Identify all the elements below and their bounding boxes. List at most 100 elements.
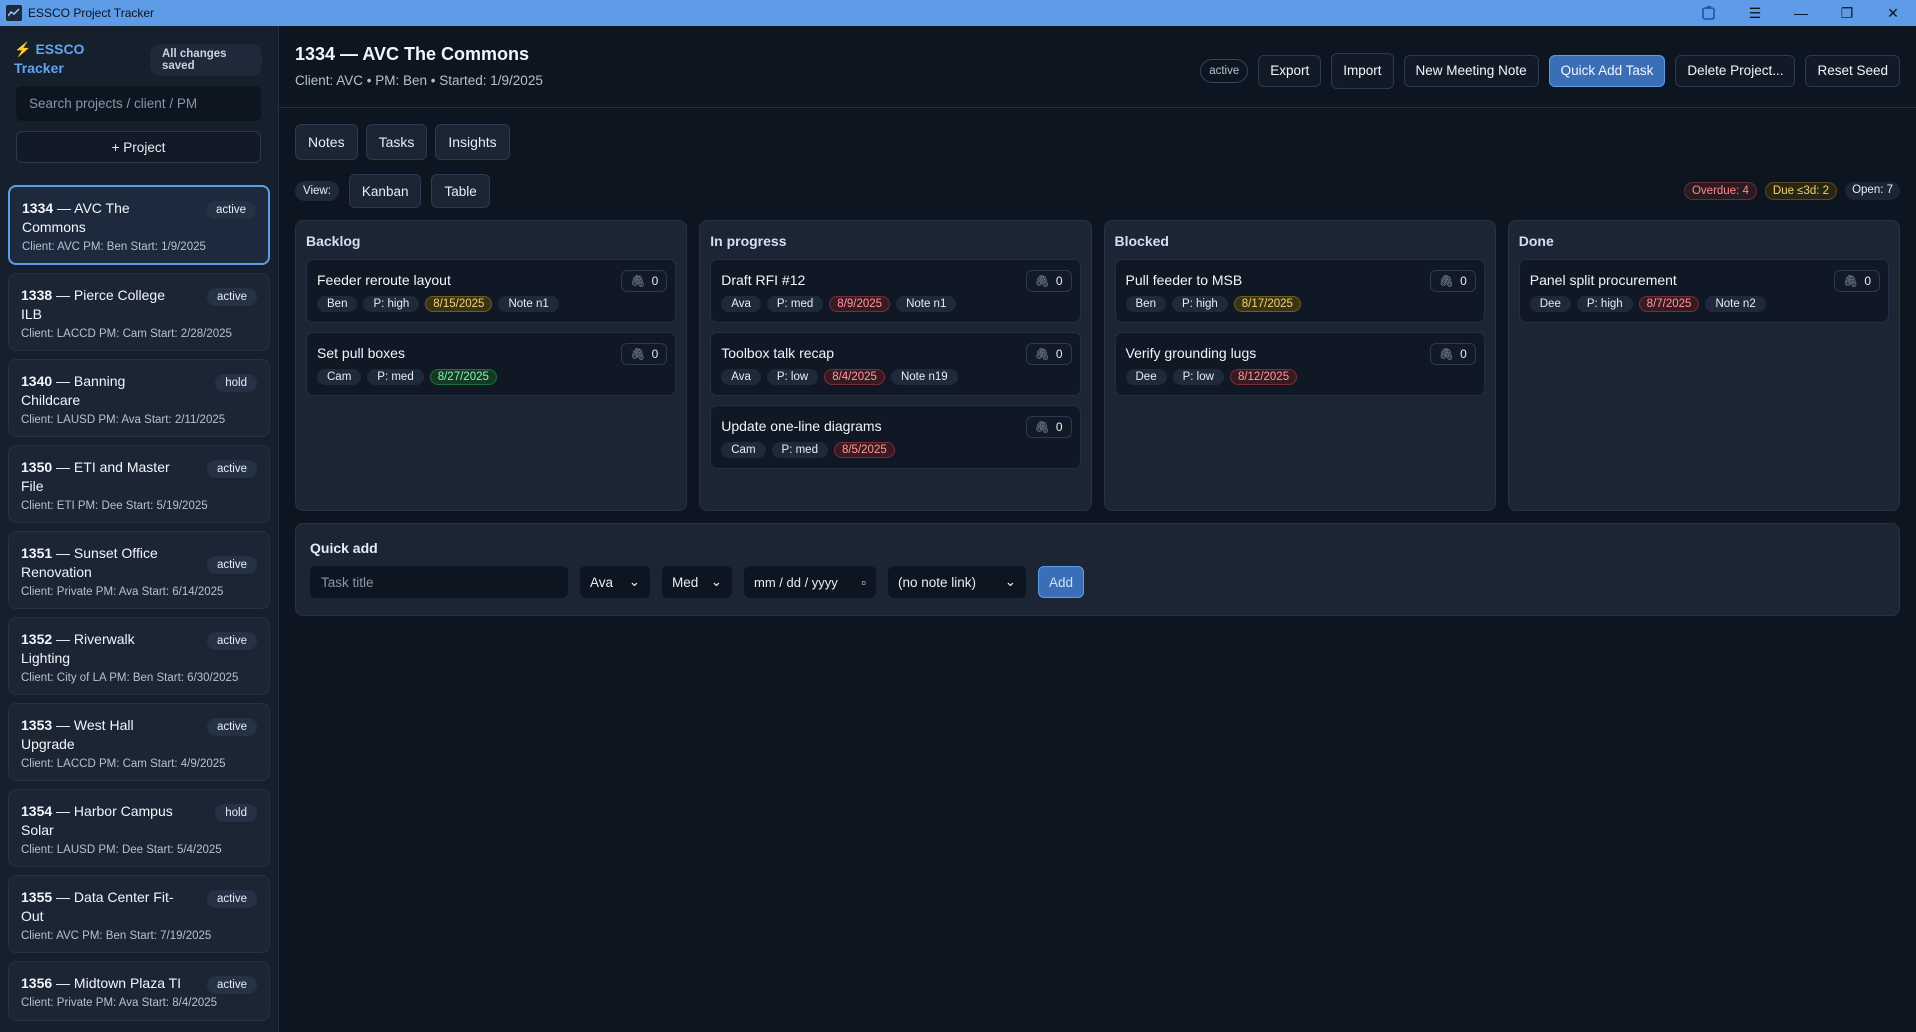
due-date-chip: 8/5/2025 [833, 442, 895, 458]
table-view-button[interactable]: Table [431, 174, 490, 208]
add-task-button[interactable]: Add [1038, 566, 1084, 598]
owner-chip: Dee [1125, 369, 1167, 385]
task-title: Update one-line diagrams [721, 418, 882, 434]
project-card[interactable]: 1353 — West Hall Upgrade Client: LACCD P… [8, 703, 270, 781]
view-bar: View: Kanban Table Overdue: 4 Due ≤3d: 2… [279, 160, 1916, 208]
project-card[interactable]: 1338 — Pierce College ILB Client: LACCD … [8, 273, 270, 351]
project-card[interactable]: 1351 — Sunset Office Renovation Client: … [8, 531, 270, 609]
delete-project-button[interactable]: Delete Project... [1675, 54, 1796, 87]
note-link-chip[interactable]: Note n2 [1705, 296, 1766, 312]
paperclip-icon: 🖇 [1438, 274, 1455, 288]
import-button[interactable]: Import [1331, 52, 1394, 89]
kanban-column-in-progress: In progress Draft RFI #12 🖇 0 Ava P: med … [699, 220, 1092, 511]
kanban-view-button[interactable]: Kanban [348, 174, 422, 208]
task-card[interactable]: Feeder reroute layout 🖇 0 Ben P: high 8/1… [306, 259, 677, 323]
project-meta: Client: AVC PM: Ben Start: 7/19/2025 [21, 930, 212, 942]
export-button[interactable]: Export [1258, 54, 1322, 87]
task-title: Verify grounding lugs [1125, 345, 1257, 361]
project-status-badge: active [205, 201, 256, 219]
project-card[interactable]: 1340 — Banning Childcare Client: LAUSD P… [8, 359, 270, 437]
page-title: 1334 — AVC The Commons [295, 44, 530, 64]
owner-chip: Ben [1125, 296, 1166, 312]
attachments-button[interactable]: 🖇 0 [1429, 343, 1476, 365]
owner-select[interactable]: Ava ⌄ [580, 566, 650, 598]
task-title: Feeder reroute layout [317, 272, 451, 288]
due-date-chip: 8/9/2025 [829, 296, 891, 312]
project-number: 1356 [21, 975, 53, 991]
project-meta: Client: LAUSD PM: Ava Start: 2/11/2025 [21, 414, 226, 426]
sidebar: ⚡ESSCO Tracker All changes saved + Proje… [0, 26, 279, 1032]
project-meta: Client: City of LA PM: Ben Start: 6/30/2… [21, 672, 239, 684]
add-project-button[interactable]: + Project [16, 131, 261, 163]
task-title: Toolbox talk recap [721, 345, 835, 361]
save-status-badge: All changes saved [150, 44, 262, 76]
attachments-button[interactable]: 🖇 0 [621, 343, 668, 365]
quick-add-panel: Quick add Ava ⌄ Med ⌄ mm / dd / yyyy ▫ (no … [295, 523, 1900, 616]
priority-chip: P: high [1576, 296, 1633, 312]
view-label: View: [295, 181, 339, 201]
minimize-button[interactable]: — [1778, 0, 1824, 26]
task-title-input[interactable] [310, 566, 568, 598]
attachment-count: 0 [1460, 274, 1467, 288]
priority-chip: P: high [363, 296, 420, 312]
note-link-chip[interactable]: Note n1 [498, 296, 559, 312]
project-card[interactable]: 1350 — ETI and Master File Client: ETI P… [8, 445, 270, 523]
tab-tasks[interactable]: Tasks [365, 124, 428, 160]
project-card[interactable]: 1334 — AVC The Commons Client: AVC PM: B… [8, 185, 270, 265]
attachments-button[interactable]: 🖇 0 [1025, 416, 1072, 438]
task-card[interactable]: Toolbox talk recap 🖇 0 Ava P: low 8/4/202… [710, 332, 1081, 396]
paperclip-icon: 🖇 [630, 274, 646, 288]
note-link-chip[interactable]: Note n19 [890, 369, 958, 385]
project-meta: Client: Private PM: Ava Start: 8/4/2025 [21, 997, 218, 1009]
attachments-button[interactable]: 🖇 0 [1025, 343, 1072, 365]
kanban-column-done: Done Panel split procurement 🖇 0 Dee P: h… [1507, 220, 1900, 511]
project-number: 1334 [22, 200, 54, 216]
note-link-chip[interactable]: Note n1 [896, 296, 957, 312]
close-button[interactable]: ✕ [1870, 0, 1916, 26]
attachments-button[interactable]: 🖇 0 [1834, 270, 1880, 292]
note-link-select[interactable]: (no note link) ⌄ [888, 566, 1026, 598]
paperclip-icon: 🖇 [630, 347, 646, 361]
tab-insights[interactable]: Insights [435, 124, 510, 160]
task-title: Panel split procurement [1529, 272, 1677, 288]
attachment-count: 0 [1460, 347, 1467, 361]
bolt-icon: ⚡ [14, 41, 32, 57]
task-card[interactable]: Verify grounding lugs 🖇 0 Dee P: low 8/12… [1114, 332, 1485, 396]
project-card[interactable]: 1356 — Midtown Plaza TI Client: Private … [8, 961, 270, 1021]
project-number: 1350 [21, 459, 53, 475]
column-title: Done [1518, 233, 1554, 249]
restore-button[interactable]: ❐ [1824, 0, 1870, 26]
project-status-badge: hold [215, 804, 257, 822]
project-card[interactable]: 1354 — Harbor Campus Solar Client: LAUSD… [8, 789, 270, 867]
window-title: ESSCO Project Tracker [28, 6, 155, 20]
due-date-input[interactable]: mm / dd / yyyy ▫ [744, 566, 876, 598]
app-icon [6, 5, 22, 21]
project-card[interactable]: 1355 — Data Center Fit-Out Client: AVC P… [8, 875, 270, 953]
extension-icon[interactable] [1686, 5, 1732, 21]
priority-chip: P: low [766, 369, 819, 385]
tab-notes[interactable]: Notes [295, 124, 358, 160]
new-meeting-note-button[interactable]: New Meeting Note [1403, 54, 1539, 87]
project-search-input[interactable] [16, 86, 261, 121]
title-bar: ESSCO Project Tracker ☰ — ❐ ✕ [0, 0, 1916, 26]
owner-chip: Dee [1529, 296, 1571, 312]
task-card[interactable]: Draft RFI #12 🖇 0 Ava P: med 8/9/2025 Not… [710, 259, 1081, 323]
priority-chip: P: med [771, 442, 828, 458]
priority-select[interactable]: Med ⌄ [662, 566, 732, 598]
project-card[interactable]: 1352 — Riverwalk Lighting Client: City o… [8, 617, 270, 695]
due-date-chip: 8/15/2025 [425, 296, 493, 312]
quick-add-task-button[interactable]: Quick Add Task [1548, 54, 1666, 87]
attachments-button[interactable]: 🖇 0 [1025, 270, 1072, 292]
task-card[interactable]: Update one-line diagrams 🖇 0 Cam P: med 8… [710, 405, 1081, 469]
attachments-button[interactable]: 🖇 0 [621, 270, 668, 292]
project-meta: Client: LAUSD PM: Dee Start: 5/4/2025 [21, 844, 222, 856]
task-title: Pull feeder to MSB [1125, 272, 1243, 288]
task-card[interactable]: Set pull boxes 🖇 0 Cam P: med 8/27/2025 [306, 332, 677, 396]
reset-seed-button[interactable]: Reset Seed [1805, 54, 1900, 87]
menu-icon[interactable]: ☰ [1732, 0, 1778, 26]
task-card[interactable]: Pull feeder to MSB 🖇 0 Ben P: high 8/17/2… [1114, 259, 1485, 323]
priority-chip: P: high [1171, 296, 1228, 312]
task-card[interactable]: Panel split procurement 🖇 0 Dee P: high 8… [1518, 259, 1889, 323]
project-title: — Midtown Plaza TI [56, 975, 182, 991]
attachments-button[interactable]: 🖇 0 [1429, 270, 1476, 292]
